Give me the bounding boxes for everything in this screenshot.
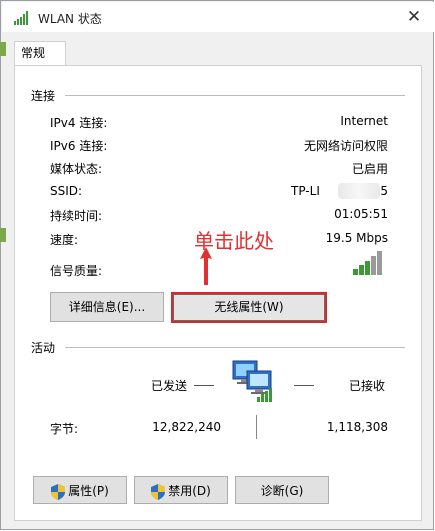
tab-general[interactable]: 常规 [14, 41, 66, 67]
bytes-label: 字节: [50, 422, 79, 436]
bytes-separator [256, 415, 257, 439]
ssid-value: TP-LI [291, 184, 320, 198]
bytes-received-value: 1,118,308 [326, 420, 388, 434]
ssid-redaction [338, 183, 380, 199]
media-state-label: 媒体状态: [50, 162, 103, 176]
signal-quality-label: 信号质量: [50, 264, 103, 278]
background-window-edge [0, 42, 6, 56]
network-computers-icon [232, 360, 272, 402]
ipv6-label: IPv6 连接: [50, 139, 108, 153]
uac-shield-icon [151, 483, 166, 500]
duration-label: 持续时间: [50, 209, 103, 223]
uac-shield-icon [51, 483, 66, 500]
wireless-properties-button[interactable]: 无线属性(W) [171, 292, 327, 323]
properties-button-label: 属性(P) [68, 484, 109, 498]
details-button[interactable]: 详细信息(E)... [50, 292, 164, 322]
received-dash [294, 385, 314, 386]
sent-dash [194, 385, 214, 386]
duration-value: 01:05:51 [334, 207, 388, 221]
ipv6-value: 无网络访问权限 [303, 139, 388, 153]
ipv4-value: Internet [340, 114, 388, 128]
connection-heading: 连接 [31, 89, 56, 103]
disable-button-label: 禁用(D) [168, 484, 211, 498]
activity-heading: 活动 [31, 341, 56, 355]
speed-label: 速度: [50, 233, 79, 247]
ssid-suffix: 5 [380, 184, 388, 198]
sent-label: 已发送 [151, 379, 188, 393]
signal-quality-bars [353, 251, 382, 275]
title-bar[interactable]: WLAN 状态 ✕ [2, 2, 434, 32]
media-state-value: 已启用 [351, 162, 388, 176]
divider [65, 95, 405, 96]
close-icon[interactable]: ✕ [400, 6, 428, 28]
wifi-signal-icon [14, 11, 28, 25]
ssid-label: SSID: [50, 184, 83, 198]
properties-button[interactable]: 属性(P) [33, 476, 127, 504]
wlan-status-dialog: WLAN 状态 ✕ 常规 连接 IPv4 连接: Internet IPv6 连… [0, 0, 434, 530]
divider [65, 347, 405, 348]
disable-button[interactable]: 禁用(D) [134, 476, 228, 504]
bytes-sent-value: 12,822,240 [152, 420, 221, 434]
red-arrow-icon [200, 247, 212, 285]
background-window-edge [0, 228, 6, 242]
window-title: WLAN 状态 [38, 12, 102, 26]
ipv4-label: IPv4 连接: [50, 116, 108, 130]
diagnose-button[interactable]: 诊断(G) [235, 476, 329, 504]
received-label: 已接收 [349, 379, 386, 393]
